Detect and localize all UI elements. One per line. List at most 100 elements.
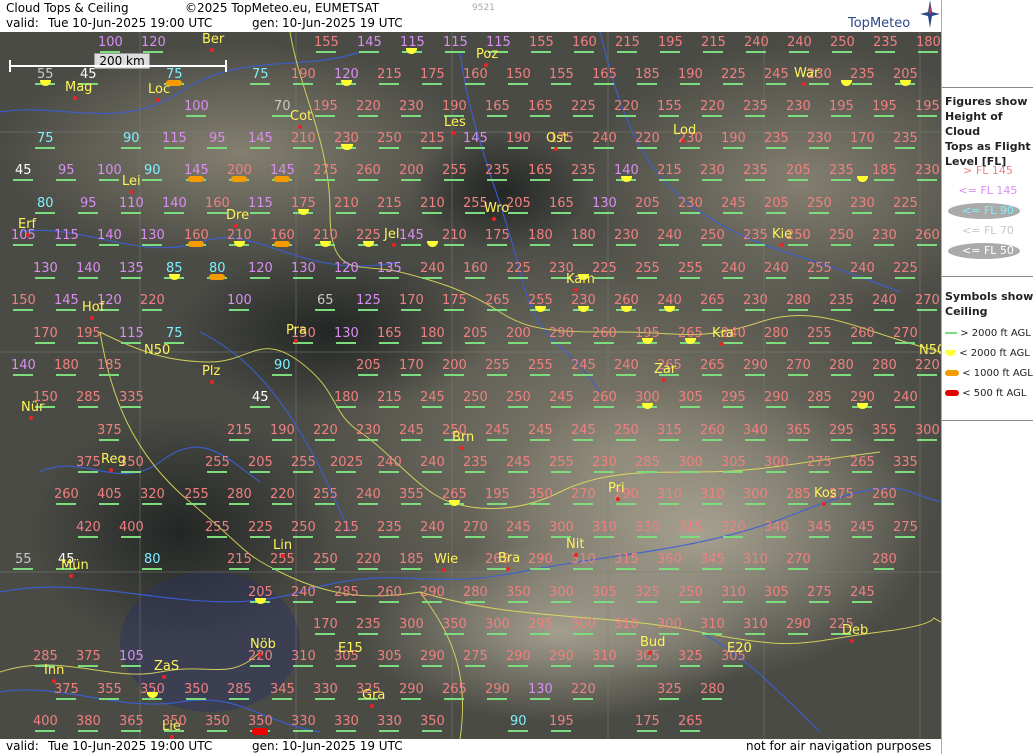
ceiling-line-marker: [293, 730, 313, 732]
flight-level-label: 245: [850, 520, 875, 535]
ceiling-line-marker: [508, 730, 528, 732]
flight-level-label: 215: [377, 390, 402, 405]
ceiling-line-marker: [637, 212, 657, 214]
flight-level-label: 225: [721, 67, 746, 82]
satellite-map[interactable]: 100 120 155 145 115 115 115 155 160 215 195 215 240 2…: [0, 32, 941, 739]
flight-level-label: 305: [764, 585, 789, 600]
ceiling-line-marker: [723, 147, 743, 149]
legend-panel: Figures show Height of Cloud Tops as Fli…: [941, 0, 1033, 754]
flight-level-label: 255: [807, 261, 832, 276]
ceiling-line-marker: [315, 309, 335, 311]
ceiling-line-marker: [401, 179, 421, 181]
city-marker: [26, 233, 30, 237]
flight-level-label: 70: [274, 99, 291, 114]
ceiling-line-marker: [680, 601, 700, 603]
city-marker: [850, 639, 854, 643]
ceiling-line-marker: [745, 179, 765, 181]
city-label: Ber: [202, 32, 225, 47]
ceiling-line-marker: [788, 115, 808, 117]
flight-level-label: 230: [872, 228, 897, 243]
valid-time: Tue 10-Jun-2025 19:00 UTC: [48, 16, 213, 30]
flight-level-label: 300: [399, 617, 424, 632]
ceiling-line-marker: [315, 115, 335, 117]
lon-label-e20: E20: [727, 641, 752, 656]
flight-level-label: 240: [420, 261, 445, 276]
city-label: Kam: [566, 272, 595, 287]
flight-level-label: 210: [334, 196, 359, 211]
ceiling-line-marker: [530, 633, 550, 635]
flight-level-label: 250: [807, 196, 832, 211]
flight-level-label: 285: [227, 682, 252, 697]
flight-level-label: 145: [54, 293, 79, 308]
flight-level-label: 330: [313, 682, 338, 697]
legend-fl-row: <= FL 145: [942, 184, 1033, 197]
flight-level-label: 220: [356, 99, 381, 114]
ceiling-line-marker: [207, 212, 227, 214]
city-label: Jel: [384, 227, 400, 242]
ceiling-line-marker: [164, 212, 184, 214]
city-label: Brn: [452, 430, 475, 445]
flight-level-label: 230: [678, 196, 703, 211]
ceiling-line-marker: [745, 439, 765, 441]
city-label: ZaS: [154, 659, 180, 674]
ceiling-line-marker: [56, 244, 76, 246]
flight-level-label: 255: [528, 358, 553, 373]
topmeteo-logo[interactable]: TopMeteo: [848, 16, 910, 31]
ceiling-line-marker: [99, 244, 119, 246]
ceiling-line-marker: [379, 342, 399, 344]
flight-level-label: 400: [119, 520, 144, 535]
ceiling-line-marker: [723, 406, 743, 408]
ceiling-line-marker: [293, 83, 313, 85]
flight-level-label: 280: [700, 682, 725, 697]
ceiling-line-marker: [530, 698, 550, 700]
ceiling-line-marker: [465, 147, 485, 149]
flight-level-label: 235: [873, 35, 898, 50]
ceiling-line-marker: [766, 601, 786, 603]
flight-level-label: 195: [658, 35, 683, 50]
flight-level-label: 300: [657, 617, 682, 632]
ceiling-line-marker: [379, 601, 399, 603]
ceiling-line-marker: [594, 471, 614, 473]
ceiling-line-marker: [444, 633, 464, 635]
flight-level-label: 235: [893, 131, 918, 146]
flight-level-label: 180: [528, 228, 553, 243]
flight-level-label: 180: [420, 326, 445, 341]
flight-level-label: 45: [15, 163, 32, 178]
flight-level-label: 250: [463, 390, 488, 405]
flight-level-label: 310: [291, 649, 316, 664]
ceiling-line-marker: [465, 471, 485, 473]
ceiling-line-marker: [723, 83, 743, 85]
ceiling-line-marker: [766, 277, 786, 279]
flight-level-label: 215: [657, 163, 682, 178]
city-label: Poz: [476, 47, 499, 62]
ceiling-line-marker: [831, 439, 851, 441]
flight-level-label: 260: [915, 228, 940, 243]
flight-level-label: 200: [442, 358, 467, 373]
ceiling-line-marker: [917, 374, 937, 376]
flight-level-label: 240: [592, 131, 617, 146]
flight-level-label: 380: [76, 714, 101, 729]
flight-level-label: 310: [657, 487, 682, 502]
city-label: Kos: [814, 486, 837, 501]
flight-level-label: 305: [592, 585, 617, 600]
legend-sym-row: < 2000 ft AGL: [945, 348, 1030, 359]
ceiling-line-marker: [788, 568, 808, 570]
ceiling-line-marker: [551, 83, 571, 85]
ceiling-line-marker: [917, 115, 937, 117]
flight-level-label: 280: [463, 585, 488, 600]
ceiling-line-marker: [723, 471, 743, 473]
ceiling-very-low-marker: [188, 176, 204, 182]
ceiling-line-marker: [13, 179, 33, 181]
flight-level-label: 155: [529, 35, 554, 50]
city-marker: [452, 131, 456, 135]
ceiling-line-marker: [745, 568, 765, 570]
flight-level-label: 290: [764, 390, 789, 405]
flight-level-label: 195: [872, 99, 897, 114]
ceiling-line-marker: [336, 406, 356, 408]
ceiling-line-marker: [660, 51, 680, 53]
flight-level-label: 215: [377, 196, 402, 211]
flight-level-label: 155: [549, 67, 574, 82]
flight-level-label: 265: [700, 293, 725, 308]
flight-level-label: 290: [506, 649, 531, 664]
ceiling-line-marker: [746, 51, 766, 53]
